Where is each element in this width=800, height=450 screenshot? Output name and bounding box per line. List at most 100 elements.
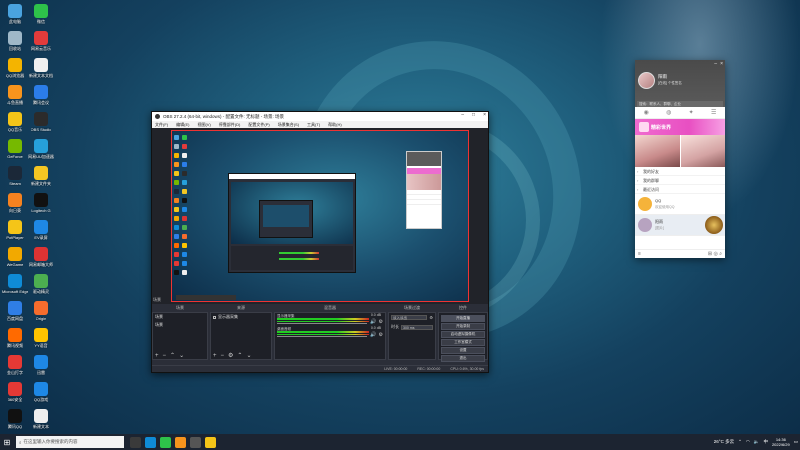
qq-photo-strip[interactable] [635, 135, 725, 167]
gear-icon[interactable]: ⚙ [379, 332, 383, 338]
contacts-icon[interactable]: ◍ [666, 109, 671, 116]
qq-search-input[interactable]: 搜索：联系人、群聊、企业 [637, 101, 723, 107]
menu-file[interactable]: 文件(F) [155, 122, 168, 128]
close-icon[interactable]: × [483, 112, 486, 118]
desktop-icon[interactable]: 微信 [28, 2, 54, 29]
weather-text[interactable]: 26°C 多云 [714, 439, 734, 445]
desktop-icon[interactable]: 腾讯QQ [2, 407, 28, 434]
qq-chat-item[interactable]: QQ 欢迎使用QQ [635, 194, 725, 215]
menu-docks[interactable]: 停靠部件(D) [219, 122, 241, 128]
gear-icon[interactable]: ⚙ [379, 319, 383, 325]
menu-icon[interactable]: ≡ [638, 251, 641, 257]
qq-taskbar-icon[interactable] [205, 436, 216, 448]
scene-item[interactable]: 场景 [153, 313, 207, 321]
desktop-icon[interactable]: YY语音 [28, 326, 54, 353]
volume-slider[interactable] [277, 323, 367, 324]
tray-arrow-icon[interactable]: ⌃ [738, 439, 742, 445]
photo-thumb[interactable] [635, 135, 680, 167]
chevron-down-icon[interactable]: ⌄ [179, 352, 184, 359]
chevron-up-icon[interactable]: ⌃ [237, 352, 242, 359]
avatar[interactable] [638, 72, 655, 89]
desktop-icon[interactable]: 网易邮箱大师 [28, 245, 54, 272]
qq-window[interactable]: – × 阳雨 [在线] 个性签名 搜索：联系人、群聊、企业 ◉ ◍ ✦ ☰ 精彩… [635, 60, 725, 258]
clock[interactable]: 14:36 2022/6/29 [772, 437, 790, 447]
chevron-up-icon[interactable]: ⌃ [170, 352, 175, 359]
wechat-icon[interactable] [160, 436, 171, 448]
volume-slider[interactable] [277, 336, 367, 337]
desktop-icon[interactable]: 向日葵 [2, 191, 28, 218]
minimize-icon[interactable]: – [461, 112, 464, 118]
desktop-icon[interactable]: WeGame [2, 245, 28, 272]
desktop-icon[interactable]: GeForce [2, 137, 28, 164]
remove-icon[interactable]: − [163, 353, 167, 359]
desktop-icon[interactable]: OBS Studio [28, 110, 54, 137]
virtual-camera-button[interactable]: 启动虚拟摄像机 [441, 331, 485, 338]
qq-list-recent[interactable]: 最近访问 [635, 185, 725, 194]
qq-list-groups[interactable]: 我的群聊 [635, 176, 725, 185]
message-icon[interactable]: ◉ [644, 109, 649, 116]
edge-icon[interactable] [145, 436, 156, 448]
desktop-icon[interactable]: PotPlayer [2, 218, 28, 245]
desktop-icon[interactable]: 百度网盘 [2, 299, 28, 326]
task-view-icon[interactable] [130, 436, 141, 448]
chevron-down-icon[interactable]: ⌄ [246, 352, 251, 359]
desktop-icon[interactable]: 迅雷 [28, 353, 54, 380]
desktop-icon[interactable]: 网易UU加速器 [28, 137, 54, 164]
duration-input[interactable]: 300 ms [401, 324, 433, 330]
source-item[interactable]: 显示器采集 [211, 313, 271, 321]
desktop-icon[interactable]: 腾讯视频 [2, 326, 28, 353]
taskbar-search[interactable]: ⌕ 在这里输入你要搜索的内容 [16, 436, 124, 448]
menu-view[interactable]: 视图(V) [197, 122, 210, 128]
desktop-icon[interactable]: EV录屏 [28, 218, 54, 245]
desktop-icon[interactable]: QQ音乐 [2, 110, 28, 137]
preview-canvas[interactable] [171, 130, 469, 302]
speaker-icon[interactable]: 🔊 [370, 319, 376, 325]
network-icon[interactable]: ◠ [746, 439, 750, 445]
add-icon[interactable]: + [213, 353, 217, 359]
start-recording-button[interactable]: 开始录制 [441, 323, 485, 330]
ime-icon[interactable]: 中 [763, 439, 768, 445]
desktop-icon[interactable]: Steam [2, 164, 28, 191]
close-icon[interactable]: × [720, 61, 723, 67]
gear-icon[interactable]: ⚙ [429, 315, 433, 320]
desktop-icon[interactable]: QQ浏览器 [2, 56, 28, 83]
qq-chat-item[interactable]: 阳雨 [图片] [635, 215, 725, 236]
obs-titlebar[interactable]: OBS 27.2.4 (64-bit, windows) - 配置文件: 无标题… [152, 112, 488, 121]
transition-select[interactable]: 淡入淡出 [391, 315, 428, 320]
exit-button[interactable]: 退出 [441, 355, 485, 362]
studio-mode-button[interactable]: 工作室模式 [441, 339, 485, 346]
desktop-icon[interactable]: Origin [28, 299, 54, 326]
desktop-icon[interactable]: 金山打字 [2, 353, 28, 380]
desktop-icon[interactable]: 驱动精灵 [28, 272, 54, 299]
qq-banner[interactable]: 精彩世界 [635, 119, 725, 135]
desktop-icon[interactable]: 网易云音乐 [28, 29, 54, 56]
minimize-icon[interactable]: – [714, 61, 717, 67]
desktop-icon[interactable]: 新建文本 [28, 407, 54, 434]
desktop-icon[interactable]: 新建文件夹 [28, 164, 54, 191]
more-icon[interactable]: ☰ [711, 109, 716, 116]
speaker-icon[interactable]: 🔊 [370, 332, 376, 338]
desktop-icon[interactable]: QQ游戏 [28, 380, 54, 407]
gear-icon[interactable]: ⚙ [228, 352, 233, 359]
start-streaming-button[interactable]: 开始直播 [441, 315, 485, 322]
add-icon[interactable]: + [155, 353, 159, 359]
scene-item[interactable]: 场景 [153, 321, 207, 329]
space-icon[interactable]: ✦ [689, 109, 694, 116]
maximize-icon[interactable]: □ [472, 112, 475, 118]
desktop-icon[interactable]: 腾讯会议 [28, 83, 54, 110]
menu-tools[interactable]: 工具(T) [307, 122, 320, 128]
photo-thumb[interactable] [680, 135, 725, 167]
menu-profile[interactable]: 配置文件(P) [248, 122, 269, 128]
windows-start-icon[interactable]: ⊞ [0, 434, 14, 450]
obs-preview[interactable] [152, 128, 488, 304]
desktop-icon[interactable]: 此电脑 [2, 2, 28, 29]
desktop-icon[interactable]: 回收站 [2, 29, 28, 56]
desktop-icon[interactable]: 新建文本文档 [28, 56, 54, 83]
visibility-icon[interactable] [213, 315, 216, 319]
menu-edit[interactable]: 编辑(E) [176, 122, 189, 128]
qq-signature[interactable]: [在线] 个性签名 [658, 81, 682, 86]
obs-taskbar-icon[interactable] [190, 436, 201, 448]
menu-help[interactable]: 帮助(H) [328, 122, 342, 128]
desktop-icon[interactable]: Logitech G [28, 191, 54, 218]
desktop-icon[interactable]: Microsoft Edge [2, 272, 28, 299]
